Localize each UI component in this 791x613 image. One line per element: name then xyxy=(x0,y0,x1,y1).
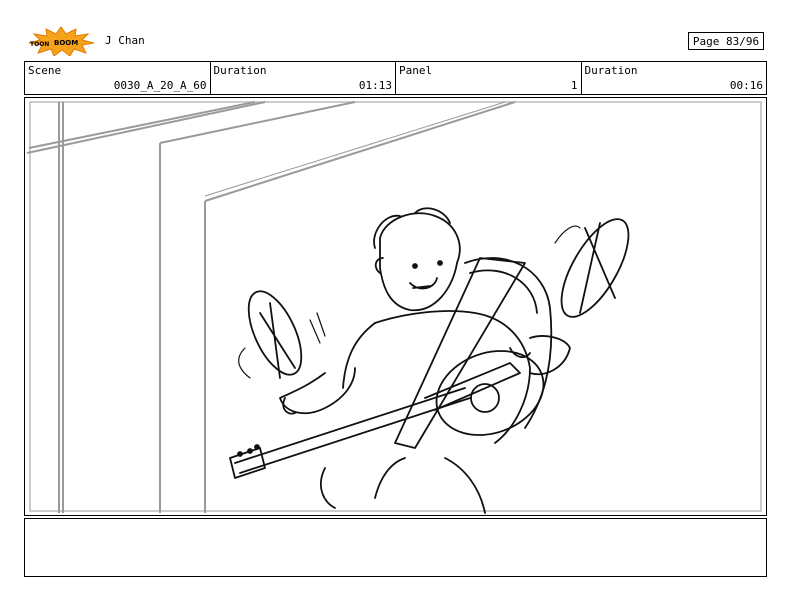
panel-duration-value: 00:16 xyxy=(729,79,763,92)
page-indicator: Page 83/96 xyxy=(688,32,764,50)
scene-duration-label: Duration xyxy=(213,64,267,77)
scene-info-bar: Scene 0030_A_20_A_60 Duration 01:13 Pane… xyxy=(24,61,767,95)
panel-value: 1 xyxy=(570,79,578,92)
scene-cell: Scene 0030_A_20_A_60 xyxy=(25,62,211,94)
panel-duration-label: Duration xyxy=(584,64,638,77)
storyboard-panel xyxy=(24,97,767,516)
panel-label: Panel xyxy=(399,64,433,77)
show-title: J Chan xyxy=(105,34,145,47)
panel-sketch xyxy=(26,101,762,514)
scene-duration-value: 01:13 xyxy=(358,79,392,92)
scene-value: 0030_A_20_A_60 xyxy=(113,79,207,92)
toonboom-logo: TOON BOOM xyxy=(26,26,96,57)
svg-text:BOOM: BOOM xyxy=(54,39,78,47)
scene-label: Scene xyxy=(28,64,62,77)
scene-duration-cell: Duration 01:13 xyxy=(211,62,396,94)
panel-notes-box xyxy=(24,518,767,577)
panel-cell: Panel 1 xyxy=(396,62,582,94)
svg-text:TOON: TOON xyxy=(30,41,49,48)
panel-duration-cell: Duration 00:16 xyxy=(582,62,767,94)
